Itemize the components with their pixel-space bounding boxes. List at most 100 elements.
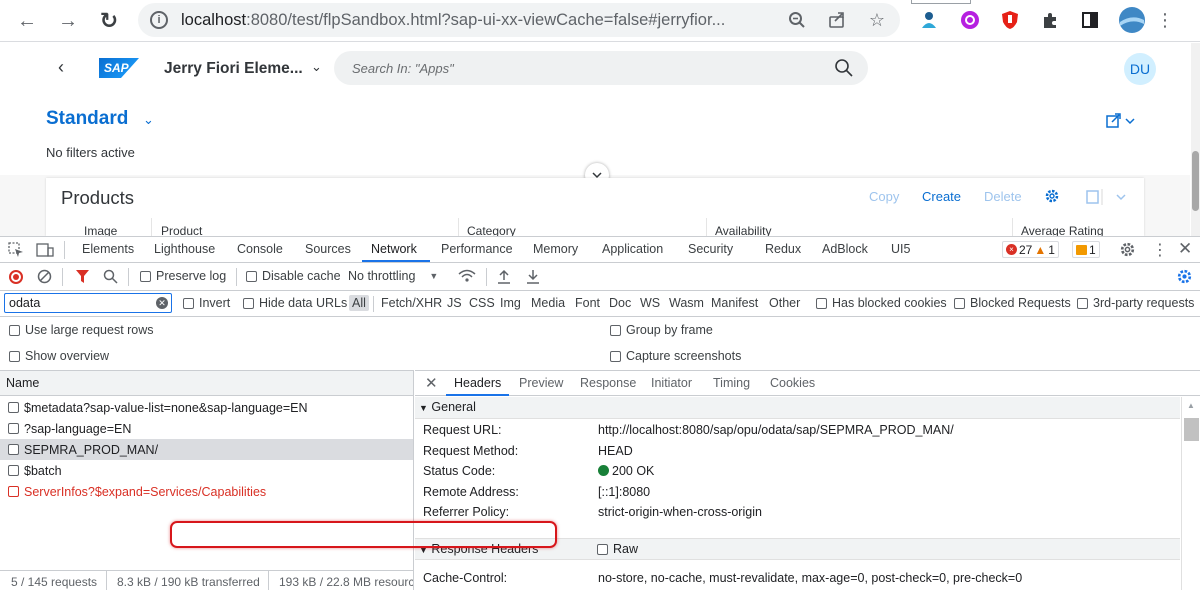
type-filter-fetch[interactable]: Fetch/XHR	[381, 296, 442, 310]
disable-cache-checkbox[interactable]: Disable cache	[246, 269, 341, 283]
hide-data-urls-checkbox[interactable]: Hide data URLs	[243, 296, 347, 310]
tab-timing[interactable]: Timing	[713, 376, 750, 390]
request-url-value[interactable]: http://localhost:8080/sap/opu/odata/sap/…	[598, 423, 954, 437]
info-count-badge[interactable]: 1	[1072, 241, 1100, 258]
close-devtools-icon[interactable]: ✕	[1178, 239, 1192, 259]
search-icon[interactable]	[103, 269, 118, 287]
clear-filter-icon[interactable]: ✕	[156, 297, 168, 309]
inspect-element-icon[interactable]	[8, 242, 24, 261]
network-conditions-icon[interactable]	[458, 269, 476, 287]
type-filter-img[interactable]: Img	[500, 296, 521, 310]
settings-gear-icon[interactable]	[1044, 188, 1060, 207]
extension-person-icon[interactable]	[917, 8, 941, 32]
network-settings-icon[interactable]	[1176, 268, 1193, 288]
close-detail-icon[interactable]: ✕	[425, 374, 438, 392]
page-scrollbar-thumb[interactable]	[1192, 151, 1199, 211]
detail-scrollbar-thumb[interactable]	[1184, 418, 1199, 441]
record-icon[interactable]	[9, 270, 23, 284]
shell-back-icon[interactable]: ‹	[58, 57, 64, 78]
type-filter-media[interactable]: Media	[531, 296, 565, 310]
tab-sources[interactable]: Sources	[305, 242, 351, 256]
reload-icon[interactable]: ↻	[96, 8, 122, 34]
devtools-settings-icon[interactable]	[1119, 241, 1136, 261]
filter-input[interactable]	[4, 293, 172, 313]
request-row[interactable]: $metadata?sap-value-list=none&sap-langua…	[0, 397, 413, 418]
blocked-requests-checkbox[interactable]: Blocked Requests	[954, 296, 1071, 310]
third-party-checkbox[interactable]: 3rd-party requests	[1077, 296, 1194, 310]
header-value[interactable]: [::1]:8080	[598, 485, 650, 499]
request-row[interactable]: $batch	[0, 460, 413, 481]
type-filter-manifest[interactable]: Manifest	[711, 296, 758, 310]
forward-arrow-icon[interactable]: →	[55, 8, 81, 34]
user-avatar[interactable]: DU	[1124, 53, 1156, 85]
tab-adblock[interactable]: AdBlock	[822, 242, 868, 256]
type-filter-font[interactable]: Font	[575, 296, 600, 310]
raw-checkbox[interactable]: Raw	[597, 542, 638, 556]
back-arrow-icon[interactable]: ←	[14, 8, 40, 34]
show-overview-checkbox[interactable]: Show overview	[9, 349, 109, 363]
address-bar[interactable]: i localhost:8080/test/flpSandbox.html?sa…	[138, 3, 900, 37]
app-title[interactable]: Jerry Fiori Eleme...	[164, 60, 303, 78]
search-icon[interactable]	[834, 58, 854, 78]
tab-response[interactable]: Response	[580, 376, 636, 390]
copy-button[interactable]: Copy	[869, 189, 899, 204]
tab-redux[interactable]: Redux	[765, 242, 801, 256]
column-header-image[interactable]: Image	[84, 224, 117, 236]
device-toolbar-icon[interactable]	[36, 242, 54, 261]
site-info-icon[interactable]: i	[150, 11, 168, 29]
share-icon[interactable]	[1106, 113, 1136, 133]
tab-network[interactable]: Network	[371, 242, 417, 256]
type-filter-css[interactable]: CSS	[469, 296, 495, 310]
tab-application[interactable]: Application	[602, 242, 663, 256]
delete-button[interactable]: Delete	[984, 189, 1022, 204]
header-value[interactable]: no-store, no-cache, must-revalidate, max…	[598, 571, 1022, 585]
status-code-value[interactable]: 200 OK	[598, 464, 654, 478]
column-header-product[interactable]: Product	[161, 224, 202, 236]
detail-scrollbar[interactable]: ▲	[1181, 397, 1200, 590]
tab-ui5[interactable]: UI5	[891, 242, 910, 256]
column-header-rating[interactable]: Average Rating	[1021, 224, 1104, 236]
variant-title[interactable]: Standard	[46, 108, 128, 130]
create-button[interactable]: Create	[922, 189, 961, 204]
request-row-selected[interactable]: SEPMRA_PROD_MAN/	[0, 439, 413, 460]
request-row[interactable]: ?sap-language=EN	[0, 418, 413, 439]
type-filter-all[interactable]: All	[349, 295, 369, 311]
error-count-badge[interactable]: × 27 ▲ 1	[1002, 241, 1059, 258]
type-filter-doc[interactable]: Doc	[609, 296, 631, 310]
profile-avatar-icon[interactable]	[1118, 6, 1146, 34]
column-header-availability[interactable]: Availability	[715, 224, 771, 236]
general-section-header[interactable]: ▼ General	[415, 397, 1180, 419]
throttling-select[interactable]: No throttling ▼	[348, 269, 438, 283]
tab-memory[interactable]: Memory	[533, 242, 578, 256]
tab-security[interactable]: Security	[688, 242, 733, 256]
preserve-log-checkbox[interactable]: Preserve log	[140, 269, 226, 283]
devtools-menu-icon[interactable]: ⋮	[1152, 240, 1168, 260]
large-rows-checkbox[interactable]: Use large request rows	[9, 323, 154, 337]
tab-preview[interactable]: Preview	[519, 376, 563, 390]
chevron-down-icon[interactable]: ⌄	[311, 59, 322, 75]
export-menu-icon[interactable]	[1084, 188, 1130, 206]
address-url[interactable]: localhost:8080/test/flpSandbox.html?sap-…	[181, 11, 771, 30]
request-row-error[interactable]: ServerInfos?$expand=Services/Capabilitie…	[0, 481, 413, 502]
bookmark-star-icon[interactable]: ☆	[866, 9, 888, 31]
column-header-category[interactable]: Category	[467, 224, 516, 236]
tab-initiator[interactable]: Initiator	[651, 376, 692, 390]
type-filter-other[interactable]: Other	[769, 296, 800, 310]
side-panel-icon[interactable]	[1078, 8, 1102, 32]
tab-console[interactable]: Console	[237, 242, 283, 256]
type-filter-js[interactable]: JS	[447, 296, 462, 310]
page-scrollbar[interactable]	[1191, 43, 1200, 236]
invert-checkbox[interactable]: Invert	[183, 296, 230, 310]
has-blocked-cookies-checkbox[interactable]: Has blocked cookies	[816, 296, 947, 310]
capture-screenshots-checkbox[interactable]: Capture screenshots	[610, 349, 741, 363]
type-filter-wasm[interactable]: Wasm	[669, 296, 704, 310]
header-value[interactable]: HEAD	[598, 444, 633, 458]
clear-icon[interactable]	[37, 269, 52, 287]
tab-elements[interactable]: Elements	[82, 242, 134, 256]
header-value[interactable]: strict-origin-when-cross-origin	[598, 505, 762, 519]
variant-chevron-icon[interactable]: ⌄	[143, 112, 154, 128]
chrome-menu-icon[interactable]: ⋮	[1156, 10, 1174, 31]
export-har-icon[interactable]	[526, 269, 540, 287]
extensions-puzzle-icon[interactable]	[1038, 8, 1062, 32]
name-column-header[interactable]: Name	[0, 371, 413, 396]
